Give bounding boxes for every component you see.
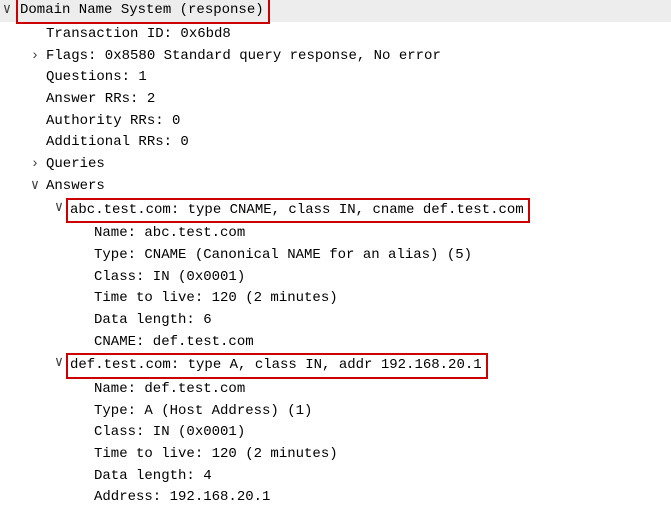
- answer-summary-text: abc.test.com: type CNAME, class IN, cnam…: [70, 202, 524, 218]
- protocol-title-highlight: Domain Name System (response): [16, 0, 270, 24]
- protocol-title: Domain Name System (response): [20, 2, 264, 18]
- answer-field-ttl[interactable]: Time to live: 120 (2 minutes): [0, 444, 671, 466]
- field-flags[interactable]: ›Flags: 0x8580 Standard query response, …: [0, 46, 671, 68]
- field-transaction-id[interactable]: Transaction ID: 0x6bd8: [0, 24, 671, 46]
- field-text: Type: A (Host Address) (1): [90, 401, 312, 423]
- no-toggle: [28, 111, 42, 133]
- answer-field-value[interactable]: CNAME: def.test.com: [0, 332, 671, 354]
- answer-summary-highlight: def.test.com: type A, class IN, addr 192…: [66, 353, 488, 379]
- answer-field-name[interactable]: Name: def.test.com: [0, 379, 671, 401]
- section-answers[interactable]: ∨Answers: [0, 176, 671, 198]
- chevron-down-icon[interactable]: ∨: [52, 198, 66, 220]
- field-text: Type: CNAME (Canonical NAME for an alias…: [90, 245, 472, 267]
- field-additional-rrs[interactable]: Additional RRs: 0: [0, 132, 671, 154]
- answer-summary-text: def.test.com: type A, class IN, addr 192…: [70, 357, 482, 373]
- answer-field-value[interactable]: Address: 192.168.20.1: [0, 487, 671, 509]
- chevron-down-icon[interactable]: ∨: [0, 0, 14, 22]
- field-text: Answer RRs: 2: [42, 89, 155, 111]
- answer-field-name[interactable]: Name: abc.test.com: [0, 223, 671, 245]
- no-toggle: [28, 132, 42, 154]
- answer-field-ttl[interactable]: Time to live: 120 (2 minutes): [0, 288, 671, 310]
- field-text: Address: 192.168.20.1: [90, 487, 270, 509]
- chevron-down-icon[interactable]: ∨: [52, 353, 66, 375]
- field-text: Name: abc.test.com: [90, 223, 245, 245]
- answer-field-type[interactable]: Type: CNAME (Canonical NAME for an alias…: [0, 245, 671, 267]
- field-text: Data length: 4: [90, 466, 212, 488]
- no-toggle: [28, 89, 42, 111]
- answer-field-class[interactable]: Class: IN (0x0001): [0, 422, 671, 444]
- no-toggle: [28, 67, 42, 89]
- field-text: Name: def.test.com: [90, 379, 245, 401]
- field-text: Authority RRs: 0: [42, 111, 180, 133]
- field-text: Flags: 0x8580 Standard query response, N…: [42, 46, 441, 68]
- chevron-right-icon[interactable]: ›: [28, 154, 42, 176]
- answer-field-datalen[interactable]: Data length: 4: [0, 466, 671, 488]
- field-authority-rrs[interactable]: Authority RRs: 0: [0, 111, 671, 133]
- section-queries[interactable]: ›Queries: [0, 154, 671, 176]
- field-text: Time to live: 120 (2 minutes): [90, 288, 338, 310]
- no-toggle: [28, 24, 42, 46]
- field-answer-rrs[interactable]: Answer RRs: 2: [0, 89, 671, 111]
- answer-summary[interactable]: ∨abc.test.com: type CNAME, class IN, cna…: [0, 198, 671, 224]
- dns-tree: Transaction ID: 0x6bd8 ›Flags: 0x8580 St…: [0, 22, 671, 509]
- field-text: Queries: [42, 154, 105, 176]
- answer-field-datalen[interactable]: Data length: 6: [0, 310, 671, 332]
- field-text: Additional RRs: 0: [42, 132, 189, 154]
- field-text: Answers: [42, 176, 105, 198]
- field-text: CNAME: def.test.com: [90, 332, 254, 354]
- field-text: Class: IN (0x0001): [90, 267, 245, 289]
- field-text: Transaction ID: 0x6bd8: [42, 24, 231, 46]
- field-text: Questions: 1: [42, 67, 147, 89]
- answer-summary[interactable]: ∨def.test.com: type A, class IN, addr 19…: [0, 353, 671, 379]
- chevron-right-icon[interactable]: ›: [28, 46, 42, 68]
- answer-field-class[interactable]: Class: IN (0x0001): [0, 267, 671, 289]
- field-questions[interactable]: Questions: 1: [0, 67, 671, 89]
- answer-summary-highlight: abc.test.com: type CNAME, class IN, cnam…: [66, 198, 530, 224]
- protocol-header-row[interactable]: ∨ Domain Name System (response): [0, 0, 671, 22]
- field-text: Time to live: 120 (2 minutes): [90, 444, 338, 466]
- field-text: Class: IN (0x0001): [90, 422, 245, 444]
- field-text: Data length: 6: [90, 310, 212, 332]
- chevron-down-icon[interactable]: ∨: [28, 176, 42, 198]
- answer-field-type[interactable]: Type: A (Host Address) (1): [0, 401, 671, 423]
